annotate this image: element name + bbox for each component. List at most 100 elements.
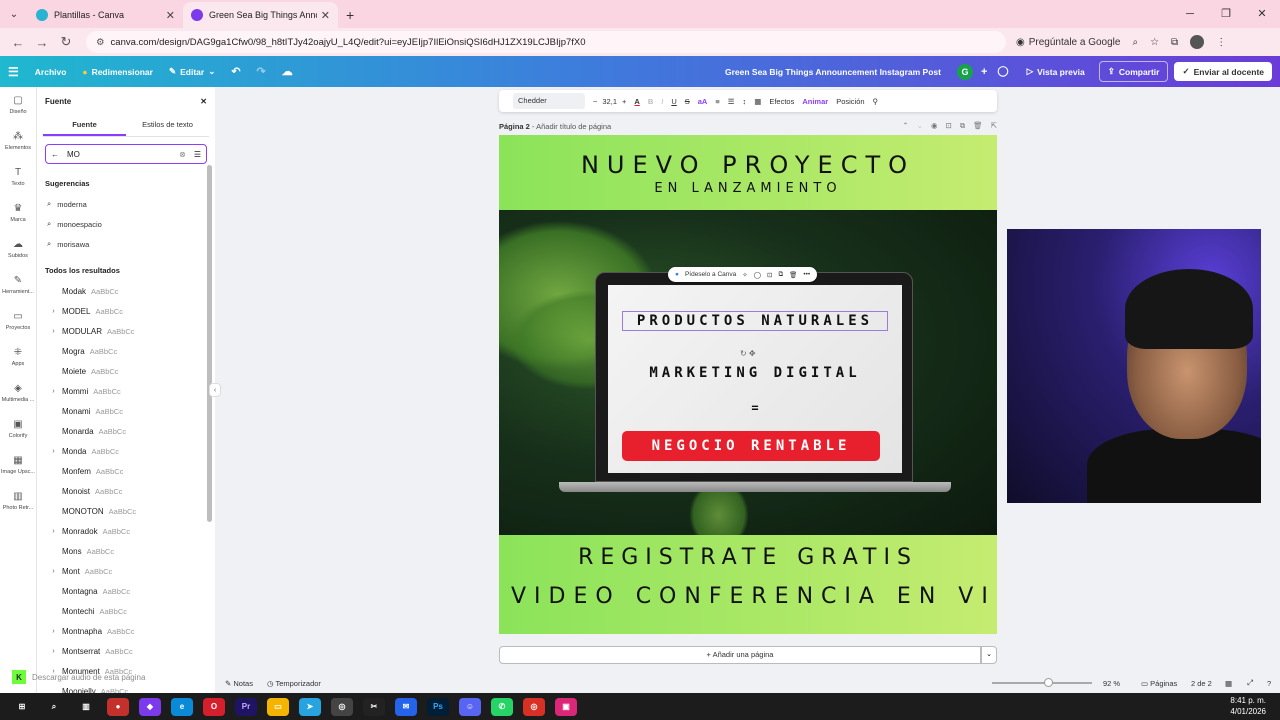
magic-icon[interactable]: ✧ [742,271,747,279]
site-info-icon[interactable]: ⚙ [96,37,105,48]
list-icon[interactable]: ☰ [728,97,735,106]
rail-item-elementos[interactable]: ⁂ Elementos [0,123,36,159]
timer-button[interactable]: ◷ Temporizador [267,679,321,688]
trash-icon[interactable]: 🗑 [789,271,797,279]
close-tab-icon[interactable]: ✕ [166,9,175,22]
strikethrough-icon[interactable]: S [685,97,690,106]
font-family-select[interactable]: Chedder [513,93,585,109]
italic-icon[interactable]: I [661,97,663,106]
reload-icon[interactable]: ↻ [54,34,78,50]
browser-menu-icon[interactable]: ⋮ [1216,37,1226,48]
suggestion-item[interactable]: ⌕ monoespacio [37,214,215,234]
rail-item-apps[interactable]: ⁜ Apps [0,339,36,375]
add-collaborator-icon[interactable]: + [981,66,987,78]
underline-icon[interactable]: U [671,97,676,106]
chrome-icon[interactable]: ◎ [331,697,353,716]
back-arrow-icon[interactable]: ← [51,150,59,159]
photoshop-icon[interactable]: Ps [427,697,449,716]
videoconferencia-text[interactable]: VIDEO CONFERENCIA EN VI [499,584,997,609]
font-size-value[interactable]: 32,1 [602,97,617,106]
font-result-item[interactable]: › Montnapha AaBbCc [37,621,215,641]
filter-icon[interactable]: ☰ [194,150,201,159]
rail-item-photo-retouch[interactable]: ▥ Photo Retr... [0,483,36,519]
font-result-item[interactable]: Montagna AaBbCc [37,581,215,601]
rail-item-subidos[interactable]: ☁ Subidos [0,231,36,267]
file-explorer-icon[interactable]: ▭ [267,697,289,716]
font-result-item[interactable]: › Monda AaBbCc [37,441,215,461]
search-icon[interactable]: ⌕ [43,698,65,716]
spacing-icon[interactable]: ↕ [742,97,746,106]
url-field[interactable]: ⚙ canva.com/design/DAG9ga1Cfw0/98_h8tITJ… [86,31,1006,53]
chevron-right-icon[interactable]: › [45,388,62,395]
menu-editar[interactable]: ✎ Editar ⌄ [169,66,215,77]
chrome-alt-icon[interactable]: ◎ [523,697,545,716]
app-icon-pink[interactable]: ▣ [555,697,577,716]
negocio-rentable-button[interactable]: NEGOCIO RENTABLE [622,431,880,461]
trash-icon[interactable]: 🗑 [973,121,983,131]
chevron-right-icon[interactable]: › [45,628,62,635]
profile-avatar[interactable] [1190,35,1205,49]
font-result-item[interactable]: Monfem AaBbCc [37,461,215,481]
close-window-icon[interactable]: ✕ [1244,0,1280,28]
ask-canva-chip[interactable]: ● Pídeselo a Canva ✧ ◯ ⊡ ⧉ 🗑 ••• [668,267,818,282]
design-canvas[interactable]: NUEVO PROYECTO EN LANZAMIENTO PRODUCTOS … [499,135,997,634]
extensions-icon[interactable]: ⧉ [1171,37,1178,48]
bold-icon[interactable]: B [648,97,653,106]
system-clock[interactable]: 8:41 p. m. 4/01/2026 [1230,695,1266,717]
font-result-item[interactable]: › Montserrat AaBbCc [37,641,215,661]
laptop-mockup[interactable]: PRODUCTOS NATURALES ↻ ✥ MARKETING DIGITA… [595,267,913,482]
rail-item-herramientas[interactable]: ✎ Herramient... [0,267,36,303]
font-result-item[interactable]: › MODEL AaBbCc [37,301,215,321]
document-title[interactable]: Green Sea Big Things Announcement Instag… [725,67,941,77]
rail-item-texto[interactable]: T Texto [0,159,36,195]
collapse-panel-button[interactable]: ‹ [209,383,221,397]
text-color-icon[interactable]: A [634,97,639,106]
close-tab-icon[interactable]: ✕ [321,9,330,22]
clear-search-icon[interactable]: ⊗ [179,150,186,159]
font-result-item[interactable]: Monoist AaBbCc [37,481,215,501]
align-icon[interactable]: ≡ [715,97,719,106]
chevron-right-icon[interactable]: › [45,308,62,315]
page-title-input[interactable]: Añadir título de página [536,122,611,131]
close-panel-icon[interactable]: ✕ [200,97,207,106]
zoom-slider[interactable] [992,682,1092,684]
title-text[interactable]: NUEVO PROYECTO [499,151,997,179]
menu-redimensionar[interactable]: ● Redimensionar [82,67,153,77]
equals-text[interactable]: = [608,401,902,415]
notes-button[interactable]: ✎ Notas [225,679,253,688]
panel-scrollbar[interactable] [207,165,212,522]
lock-icon[interactable]: ⊡ [767,271,772,279]
more-icon[interactable]: ••• [803,271,810,278]
rail-item-diseno[interactable]: ▢ Diseño [0,87,36,123]
top-banner[interactable]: NUEVO PROYECTO EN LANZAMIENTO [499,135,997,210]
lock-icon[interactable]: ⊡ [946,121,952,131]
capcut-icon[interactable]: ✂ [363,697,385,716]
tab-plantillas[interactable]: Plantillas - Canva ✕ [28,2,183,28]
plus-icon[interactable]: + [622,97,626,106]
rotate-handle-icon[interactable]: ↻ ✥ [740,349,756,358]
discord-icon[interactable]: ☺ [459,697,481,716]
marketing-digital-text[interactable]: MARKETING DIGITAL [608,365,902,381]
font-result-item[interactable]: Monarda AaBbCc [37,421,215,441]
help-icon[interactable]: ? [1267,679,1271,688]
bookmark-star-icon[interactable]: ☆ [1150,37,1159,48]
app-icon-red[interactable]: ● [107,697,129,716]
add-page-dropdown-icon[interactable]: ⌄ [981,646,997,664]
comment-icon[interactable]: ◯ [997,66,1008,77]
restore-icon[interactable]: ❐ [1208,0,1244,28]
chevron-down-icon[interactable]: ⌄ [917,121,923,131]
registrate-text[interactable]: REGISTRATE GRATIS [499,545,997,570]
app-icon-blue[interactable]: ✉ [395,697,417,716]
telegram-icon[interactable]: ➤ [299,697,321,716]
font-result-item[interactable]: › MODULAR AaBbCc [37,321,215,341]
tab-design[interactable]: Green Sea Big Things Announc ✕ [183,2,338,28]
whatsapp-icon[interactable]: ✆ [491,697,513,716]
export-icon[interactable]: ⇱ [991,121,997,131]
preview-button[interactable]: ▷ Vista previa [1019,62,1093,81]
font-result-item[interactable]: › Monradok AaBbCc [37,521,215,541]
grid-view-icon[interactable]: ▦ [1225,679,1232,688]
chevron-right-icon[interactable]: › [45,568,62,575]
fern-background-photo[interactable]: PRODUCTOS NATURALES ↻ ✥ MARKETING DIGITA… [499,210,997,550]
forward-icon[interactable]: → [30,35,54,50]
tab-search-icon[interactable]: ⌄ [0,0,28,28]
